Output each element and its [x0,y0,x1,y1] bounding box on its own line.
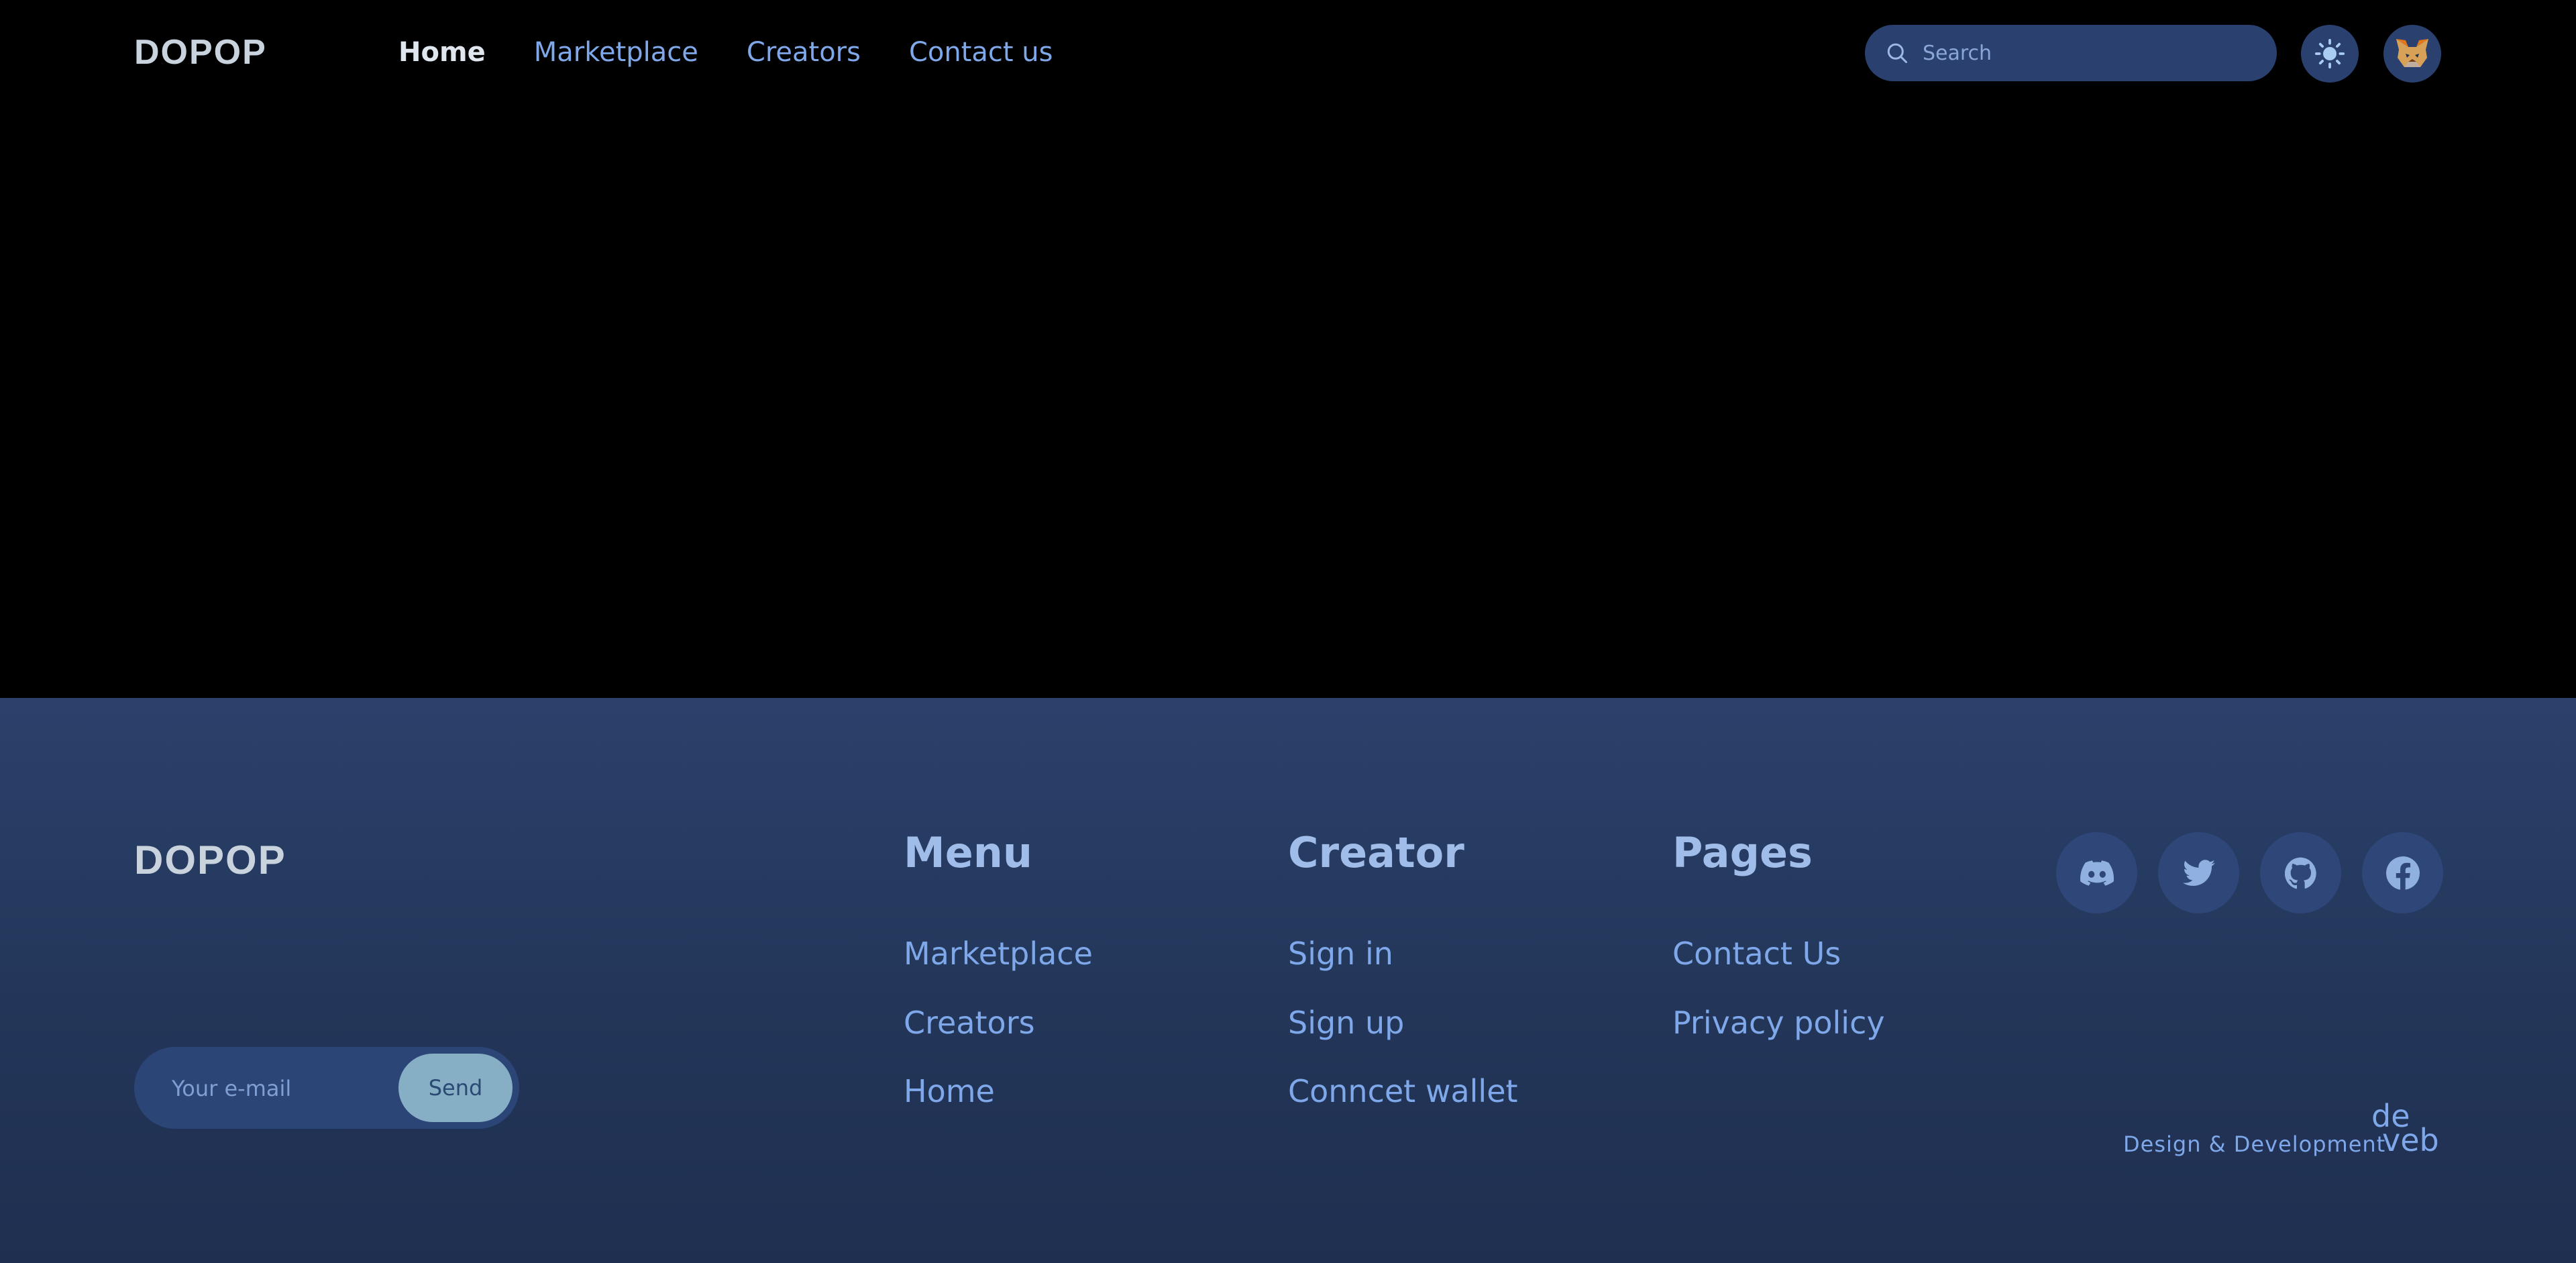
top-navbar: DOPOP Home Marketplace Creators Contact … [0,0,2576,107]
nav-creators[interactable]: Creators [747,37,861,68]
social-links [2056,832,2443,913]
nav-home[interactable]: Home [398,37,486,68]
footer-link-home[interactable]: Home [904,1076,995,1107]
wallet-avatar-button[interactable] [2383,25,2441,83]
credit-text: Design & Development [2123,1131,2386,1157]
newsletter-form: Send [134,1047,519,1129]
deveb-logo[interactable]: de veb [2371,1101,2445,1158]
nav-contact-us[interactable]: Contact us [909,37,1053,68]
search-input[interactable] [1921,40,2273,66]
site-footer: DOPOP Menu Marketplace Creators Home Cre… [0,698,2576,1263]
github-icon [2284,857,2316,889]
facebook-icon [2385,856,2420,890]
github-button[interactable] [2260,832,2341,913]
search-bar[interactable] [1865,25,2277,81]
header-logo[interactable]: DOPOP [134,35,267,70]
footer-pages-column: Pages Contact Us Privacy policy [1672,828,1885,1039]
footer-link-sign-up[interactable]: Sign up [1288,1007,1404,1038]
twitter-icon [2182,859,2215,886]
footer-creator-title: Creator [1288,828,1464,877]
search-icon [1887,43,1907,63]
footer-link-contact-us[interactable]: Contact Us [1672,938,1841,969]
footer-link-marketplace[interactable]: Marketplace [904,938,1093,969]
deveb-logo-line2: veb [2382,1122,2439,1158]
main-nav: Home Marketplace Creators Contact us [398,34,1053,71]
facebook-button[interactable] [2362,832,2443,913]
twitter-button[interactable] [2158,832,2239,913]
footer-creator-column: Creator Sign in Sign up Conncet wallet [1288,828,1518,1107]
email-field[interactable] [170,1074,388,1103]
footer-logo[interactable]: DOPOP [134,840,286,880]
footer-menu-title: Menu [904,828,1033,877]
discord-button[interactable] [2056,832,2137,913]
discord-icon [2080,860,2114,886]
nav-marketplace[interactable]: Marketplace [534,37,698,68]
send-button[interactable]: Send [398,1054,513,1122]
footer-pages-title: Pages [1672,828,1813,877]
metamask-fox-icon [2396,39,2428,67]
design-credit: Design & Development de veb [2123,1075,2445,1158]
footer-link-creators[interactable]: Creators [904,1007,1035,1038]
footer-menu-column: Menu Marketplace Creators Home [904,828,1093,1107]
theme-toggle-button[interactable] [2301,25,2359,83]
footer-link-privacy-policy[interactable]: Privacy policy [1672,1007,1885,1038]
footer-link-connect-wallet[interactable]: Conncet wallet [1288,1076,1518,1107]
sun-icon [2314,38,2345,69]
footer-link-sign-in[interactable]: Sign in [1288,938,1393,969]
